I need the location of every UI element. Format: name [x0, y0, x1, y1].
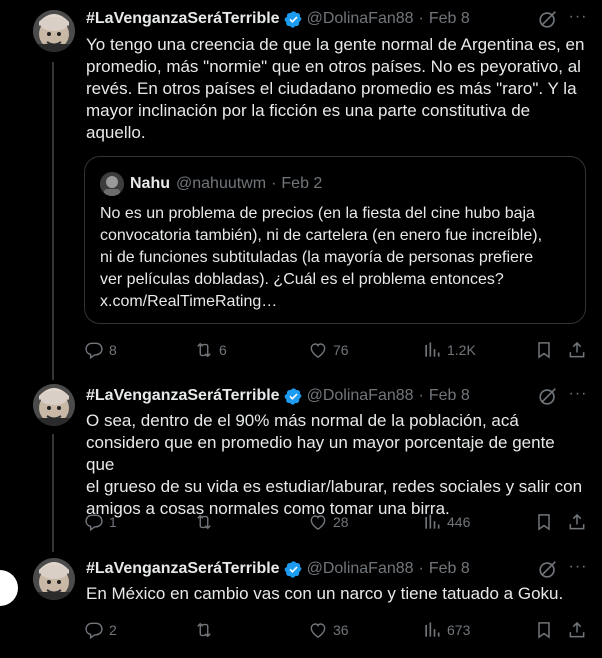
- tweet-date[interactable]: Feb 8: [429, 387, 470, 405]
- action-bar: 8 6 76 1.2K: [84, 338, 590, 362]
- reply-icon: [84, 340, 104, 360]
- tweet-3[interactable]: #LaVenganzaSeráTerrible @DolinaFan88 · F…: [0, 544, 602, 658]
- grok-icon[interactable]: [537, 385, 559, 407]
- share-icon: [567, 340, 587, 360]
- quoted-tweet[interactable]: Nahu @nahuutwm · Feb 2 No es un problema…: [84, 156, 586, 324]
- repost-icon: [194, 512, 214, 532]
- reply-button[interactable]: 8: [84, 338, 117, 362]
- like-count: 76: [333, 342, 349, 358]
- tweet-header: #LaVenganzaSeráTerrible @DolinaFan88 · F…: [86, 558, 470, 580]
- repost-icon: [194, 340, 214, 360]
- verified-badge-icon: [284, 387, 303, 406]
- repost-icon: [194, 620, 214, 640]
- heart-icon: [308, 512, 328, 532]
- tweet-2[interactable]: #LaVenganzaSeráTerrible @DolinaFan88 · F…: [0, 372, 602, 552]
- views-button[interactable]: 446: [422, 510, 470, 534]
- bookmark-icon: [534, 512, 554, 532]
- reply-count: 2: [109, 622, 117, 638]
- views-icon: [422, 340, 442, 360]
- verified-badge-icon: [284, 560, 303, 579]
- like-count: 36: [333, 622, 349, 638]
- avatar[interactable]: [33, 558, 75, 600]
- quoted-author-handle: @nahuutwm: [176, 175, 267, 192]
- repost-button[interactable]: 6: [194, 338, 227, 362]
- views-icon: [422, 512, 442, 532]
- bookmark-icon: [534, 340, 554, 360]
- like-button[interactable]: 28: [308, 510, 349, 534]
- action-bar: 2 36 673: [84, 618, 590, 642]
- share-button[interactable]: [567, 618, 587, 642]
- separator-dot: ·: [418, 387, 424, 404]
- author-name[interactable]: #LaVenganzaSeráTerrible: [86, 387, 280, 405]
- tweet-date[interactable]: Feb 8: [429, 560, 470, 578]
- author-handle[interactable]: @DolinaFan88: [307, 10, 414, 28]
- views-button[interactable]: 673: [422, 618, 470, 642]
- grok-icon[interactable]: [537, 8, 559, 30]
- heart-icon: [308, 620, 328, 640]
- reply-icon: [84, 512, 104, 532]
- tweet-text: O sea, dentro de el 90% más normal de la…: [86, 411, 583, 518]
- tweet-text: Yo tengo una creencia de que la gente no…: [86, 35, 585, 142]
- action-bar: 1 28 446: [84, 510, 590, 534]
- bookmark-button[interactable]: [534, 618, 554, 642]
- repost-count: 6: [219, 342, 227, 358]
- avatar[interactable]: [33, 384, 75, 426]
- more-icon[interactable]: ···: [567, 385, 589, 407]
- share-button[interactable]: [567, 338, 587, 362]
- like-button[interactable]: 36: [308, 618, 349, 642]
- tweet-text: En México en cambio vas con un narco y t…: [86, 584, 564, 603]
- quoted-avatar: [100, 172, 124, 196]
- bookmark-button[interactable]: [534, 510, 554, 534]
- grok-icon[interactable]: [537, 558, 559, 580]
- reply-count: 8: [109, 342, 117, 358]
- repost-button[interactable]: [194, 510, 219, 534]
- reply-button[interactable]: 2: [84, 618, 117, 642]
- separator-dot: ·: [418, 10, 424, 27]
- repost-button[interactable]: [194, 618, 219, 642]
- more-icon[interactable]: ···: [567, 8, 589, 30]
- separator-dot: ·: [271, 175, 277, 192]
- thread-line: [52, 434, 54, 552]
- author-handle[interactable]: @DolinaFan88: [307, 560, 414, 578]
- like-count: 28: [333, 514, 349, 530]
- author-name[interactable]: #LaVenganzaSeráTerrible: [86, 10, 280, 28]
- views-count: 673: [447, 622, 471, 638]
- tweet-date[interactable]: Feb 8: [429, 10, 470, 28]
- author-name[interactable]: #LaVenganzaSeráTerrible: [86, 560, 280, 578]
- tweet-header: #LaVenganzaSeráTerrible @DolinaFan88 · F…: [86, 8, 470, 30]
- views-button[interactable]: 1.2K: [422, 338, 476, 362]
- thread-line: [52, 62, 54, 380]
- author-handle[interactable]: @DolinaFan88: [307, 387, 414, 405]
- bookmark-button[interactable]: [534, 338, 554, 362]
- share-icon: [567, 512, 587, 532]
- share-button[interactable]: [567, 510, 587, 534]
- share-icon: [567, 620, 587, 640]
- quoted-text: No es un problema de precios (en la fies…: [100, 205, 543, 310]
- tweet-header: #LaVenganzaSeráTerrible @DolinaFan88 · F…: [86, 385, 470, 407]
- tweet-1[interactable]: #LaVenganzaSeráTerrible @DolinaFan88 · F…: [0, 0, 602, 380]
- quoted-header: Nahu @nahuutwm · Feb 2: [130, 173, 322, 195]
- separator-dot: ·: [418, 560, 424, 577]
- quoted-date: Feb 2: [281, 175, 323, 192]
- more-icon[interactable]: ···: [567, 558, 589, 580]
- reply-icon: [84, 620, 104, 640]
- views-count: 446: [447, 514, 471, 530]
- bookmark-icon: [534, 620, 554, 640]
- heart-icon: [308, 340, 328, 360]
- like-button[interactable]: 76: [308, 338, 349, 362]
- reply-count: 1: [109, 514, 117, 530]
- reply-button[interactable]: 1: [84, 510, 117, 534]
- verified-badge-icon: [284, 10, 303, 29]
- quoted-author-name: Nahu: [130, 175, 170, 192]
- views-icon: [422, 620, 442, 640]
- views-count: 1.2K: [447, 342, 476, 358]
- avatar[interactable]: [33, 10, 75, 52]
